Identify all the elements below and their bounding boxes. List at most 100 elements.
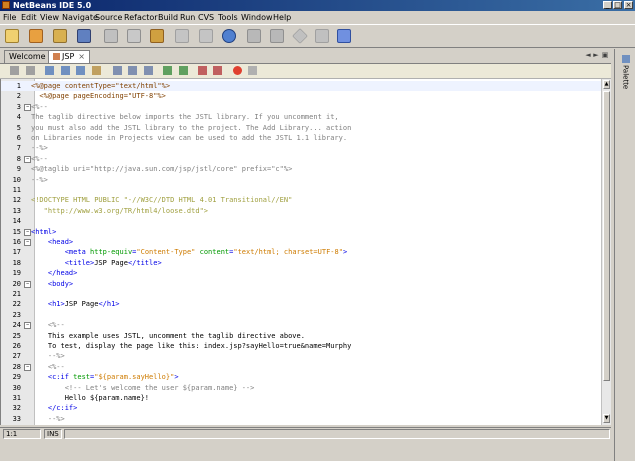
tab-jsp[interactable]: JSP × bbox=[48, 50, 90, 63]
editor-vertical-scrollbar[interactable]: ▲ ▼ bbox=[601, 79, 611, 425]
scrollbar-thumb[interactable] bbox=[603, 91, 610, 381]
menu-tools[interactable]: Tools bbox=[218, 12, 238, 23]
code-line[interactable]: 18 <title>JSP Page</title> bbox=[1, 258, 602, 268]
code-line[interactable]: 22 <h1>JSP Page</h1> bbox=[1, 299, 602, 309]
code-line[interactable]: 11 bbox=[1, 185, 602, 195]
line-text: <%@taglib uri="http://java.sun.com/jsp/j… bbox=[31, 164, 292, 174]
fold-toggle-icon[interactable]: − bbox=[24, 155, 31, 163]
code-line[interactable]: 29 <c:if test="${param.sayHello}"> bbox=[1, 372, 602, 382]
menu-view[interactable]: View bbox=[40, 12, 59, 23]
new-project-icon[interactable] bbox=[29, 29, 43, 43]
code-line[interactable]: 25 This example uses JSTL, uncomment the… bbox=[1, 331, 602, 341]
comment-icon[interactable] bbox=[198, 66, 207, 75]
line-text: <!DOCTYPE HTML PUBLIC "-//W3C//DTD HTML … bbox=[31, 195, 292, 205]
menu-cvs[interactable]: CVS bbox=[198, 12, 214, 23]
code-line[interactable]: 21 bbox=[1, 289, 602, 299]
code-line[interactable]: 10 --%> bbox=[1, 175, 602, 185]
code-line[interactable]: 26 To test, display the page like this: … bbox=[1, 341, 602, 351]
previous-bookmark-icon[interactable] bbox=[113, 66, 122, 75]
toggle-highlight-icon[interactable] bbox=[92, 66, 101, 75]
fold-toggle-icon[interactable]: − bbox=[24, 363, 31, 371]
menu-window[interactable]: Window bbox=[241, 12, 273, 23]
find-previous-icon[interactable] bbox=[61, 66, 70, 75]
find-selection-icon[interactable] bbox=[45, 66, 54, 75]
menu-edit[interactable]: Edit bbox=[21, 12, 37, 23]
code-editor[interactable]: 1 <%@page contentType="text/html"%> 2 <%@p… bbox=[0, 79, 602, 425]
undo-icon[interactable] bbox=[175, 29, 189, 43]
code-line[interactable]: 16− <head> bbox=[1, 237, 602, 247]
menu-source[interactable]: Source bbox=[95, 12, 122, 23]
tab-list-icon[interactable]: ▣ bbox=[601, 51, 609, 60]
code-line[interactable]: 12 <!DOCTYPE HTML PUBLIC "-//W3C//DTD HTM… bbox=[1, 195, 602, 205]
code-line[interactable]: 4 The taglib directive below imports the … bbox=[1, 112, 602, 122]
save-all-icon[interactable] bbox=[77, 29, 91, 43]
run-icon[interactable] bbox=[292, 28, 308, 44]
menu-refactor[interactable]: Refactor bbox=[124, 12, 158, 23]
tab-scroll-right-icon[interactable]: ► bbox=[592, 51, 600, 60]
code-line[interactable]: 19 </head> bbox=[1, 268, 602, 278]
code-line[interactable]: 13 "http://www.w3.org/TR/html4/loose.dtd… bbox=[1, 206, 602, 216]
debug-icon[interactable] bbox=[315, 29, 329, 43]
run-file-icon[interactable] bbox=[337, 29, 351, 43]
scroll-up-icon[interactable]: ▲ bbox=[603, 80, 610, 89]
code-line[interactable]: 8− <%-- bbox=[1, 154, 602, 164]
code-line[interactable]: 9 <%@taglib uri="http://java.sun.com/jsp/… bbox=[1, 164, 602, 174]
menu-navigate[interactable]: Navigate bbox=[62, 12, 98, 23]
code-line[interactable]: 24− <%-- bbox=[1, 320, 602, 330]
open-project-icon[interactable] bbox=[53, 29, 67, 43]
code-line[interactable]: 33 --%> bbox=[1, 414, 602, 424]
code-line[interactable]: 3− <%-- bbox=[1, 102, 602, 112]
code-line[interactable]: 20− <body> bbox=[1, 279, 602, 289]
maximize-button[interactable]: □ bbox=[613, 1, 622, 9]
code-line[interactable]: 31 Hello ${param.name}! bbox=[1, 393, 602, 403]
toggle-bookmark-icon[interactable] bbox=[144, 66, 153, 75]
build-icon[interactable] bbox=[247, 29, 261, 43]
code-token: <!DOCTYPE HTML PUBLIC "-//W3C//DTD HTML … bbox=[31, 196, 293, 205]
new-file-icon[interactable] bbox=[5, 29, 19, 43]
fold-toggle-icon[interactable]: − bbox=[24, 280, 31, 288]
code-line[interactable]: 6 on Libraries node in Projects view can … bbox=[1, 133, 602, 143]
palette-tab[interactable]: Palette bbox=[619, 55, 632, 95]
code-line[interactable]: 14 bbox=[1, 216, 602, 226]
close-button[interactable]: × bbox=[624, 1, 633, 9]
stop-macro-icon[interactable] bbox=[233, 66, 242, 75]
paste-icon[interactable] bbox=[150, 29, 164, 43]
fold-toggle-icon[interactable]: − bbox=[24, 103, 31, 111]
code-line[interactable]: 30 <!-- Let's welcome the user ${param.n… bbox=[1, 383, 602, 393]
copy-icon[interactable] bbox=[127, 29, 141, 43]
code-line[interactable]: 2 <%@page pageEncoding="UTF-8"%> bbox=[1, 91, 602, 101]
tab-scroll-left-icon[interactable]: ◄ bbox=[584, 51, 592, 60]
code-line[interactable]: 27 --%> bbox=[1, 351, 602, 361]
scroll-down-icon[interactable]: ▼ bbox=[603, 414, 610, 423]
uncomment-icon[interactable] bbox=[213, 66, 222, 75]
code-line[interactable]: 28− <%-- bbox=[1, 362, 602, 372]
fold-toggle-icon[interactable]: − bbox=[24, 239, 31, 246]
find-icon[interactable] bbox=[222, 29, 236, 43]
code-line[interactable]: 1 <%@page contentType="text/html"%> bbox=[1, 81, 602, 91]
code-line[interactable]: 7 --%> bbox=[1, 143, 602, 153]
menu-file[interactable]: File bbox=[3, 12, 16, 23]
shift-right-icon[interactable] bbox=[179, 66, 188, 75]
code-line[interactable]: 23 bbox=[1, 310, 602, 320]
redo-icon[interactable] bbox=[199, 29, 213, 43]
find-next-icon[interactable] bbox=[76, 66, 85, 75]
back-icon[interactable] bbox=[10, 66, 19, 75]
record-macro-icon[interactable] bbox=[248, 66, 257, 75]
menu-run[interactable]: Run bbox=[180, 12, 195, 23]
code-line[interactable]: 15− <html> bbox=[1, 227, 602, 237]
minimize-button[interactable]: _ bbox=[603, 1, 612, 9]
cut-icon[interactable] bbox=[104, 29, 118, 43]
fold-toggle-icon[interactable]: − bbox=[24, 228, 31, 236]
menu-build[interactable]: Build bbox=[158, 12, 178, 23]
clean-build-icon[interactable] bbox=[270, 29, 284, 43]
code-line[interactable]: 5 you must also add the JSTL library to t… bbox=[1, 123, 602, 133]
code-line[interactable]: 32 </c:if> bbox=[1, 403, 602, 413]
shift-left-icon[interactable] bbox=[163, 66, 172, 75]
next-bookmark-icon[interactable] bbox=[128, 66, 137, 75]
forward-icon[interactable] bbox=[26, 66, 35, 75]
tab-close-icon[interactable]: × bbox=[78, 52, 85, 61]
menu-help[interactable]: Help bbox=[273, 12, 291, 23]
code-token: </head> bbox=[31, 269, 78, 278]
fold-toggle-icon[interactable]: − bbox=[24, 322, 31, 330]
code-line[interactable]: 17 <meta http-equiv="Content-Type" conte… bbox=[1, 247, 602, 257]
